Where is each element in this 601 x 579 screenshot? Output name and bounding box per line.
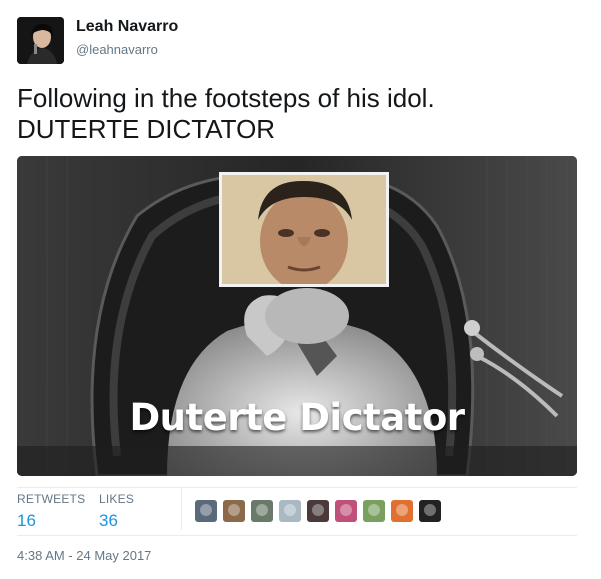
tweet-media-image[interactable]: Duterte Dictator: [17, 156, 577, 476]
liker-avatar[interactable]: [363, 500, 385, 522]
liker-avatar-face: [284, 504, 296, 516]
likes-label: LIKES: [99, 492, 135, 506]
tweet-card: Leah Navarro @leahnavarro Following in t…: [0, 0, 601, 579]
tweet-text-line-1: Following in the footsteps of his idol.: [17, 83, 435, 113]
liker-avatar[interactable]: [419, 500, 441, 522]
author-name[interactable]: Leah Navarro: [76, 18, 178, 36]
likes-stat[interactable]: LIKES 36: [99, 492, 134, 531]
avatar[interactable]: [17, 17, 64, 64]
author-handle[interactable]: @leahnavarro: [76, 42, 158, 57]
liker-avatar[interactable]: [279, 500, 301, 522]
likers-avatar-list: [195, 500, 447, 522]
liker-avatar[interactable]: [307, 500, 329, 522]
tweet-text: Following in the footsteps of his idol. …: [17, 83, 587, 145]
stats-divider-top: [17, 487, 577, 488]
liker-avatar[interactable]: [391, 500, 413, 522]
liker-avatar[interactable]: [223, 500, 245, 522]
liker-avatar-face: [256, 504, 268, 516]
liker-avatar[interactable]: [195, 500, 217, 522]
liker-avatar-face: [228, 504, 240, 516]
liker-avatar[interactable]: [335, 500, 357, 522]
retweets-count[interactable]: 16: [17, 511, 85, 531]
retweets-stat[interactable]: RETWEETS 16: [17, 492, 85, 531]
stats-divider-bottom: [17, 535, 577, 536]
liker-avatar-face: [200, 504, 212, 516]
stats-separator: [181, 488, 182, 530]
tweet-timestamp[interactable]: 4:38 AM - 24 May 2017: [17, 548, 151, 563]
retweets-label: RETWEETS: [17, 492, 86, 506]
media-caption: Duterte Dictator: [129, 396, 465, 439]
liker-avatar-face: [396, 504, 408, 516]
tweet-text-line-2: DUTERTE DICTATOR: [17, 114, 276, 144]
liker-avatar-face: [312, 504, 324, 516]
liker-avatar-face: [368, 504, 380, 516]
portrait-inset: [219, 172, 389, 287]
liker-avatar-face: [340, 504, 352, 516]
liker-avatar-face: [424, 504, 436, 516]
liker-avatar[interactable]: [251, 500, 273, 522]
likes-count[interactable]: 36: [99, 511, 134, 531]
